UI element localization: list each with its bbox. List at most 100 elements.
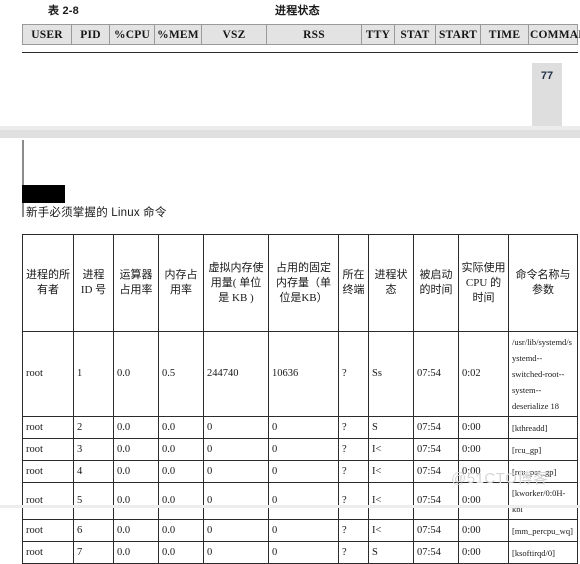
header-time: 实际使用 CPU 的时间	[458, 234, 509, 332]
cell-cpu: 0.0	[113, 541, 159, 564]
cell-vsz: 0	[203, 482, 269, 520]
header-stat: 进程状态	[368, 234, 414, 332]
cell-mem: 0.5	[158, 331, 204, 417]
table-row: root 1 0.0 0.5 244740 10636? Ss 07:54 0:02/usr/l…	[22, 331, 578, 417]
cell-rss: 0	[268, 438, 339, 461]
process-table-body: root 1 0.0 0.5 244740 10636? Ss 07:54 0:02/usr/l…	[22, 331, 578, 564]
page-separator-highlight	[0, 126, 580, 130]
cell-mem: 0.0	[158, 519, 204, 542]
cell-time: 0:00	[458, 438, 509, 461]
cell-pid: 4	[73, 460, 114, 483]
ps-col-command: COMMAND	[528, 24, 580, 45]
cell-vsz: 0	[203, 438, 269, 461]
header-vsz: 虚拟内存使用量( 单位是 KB )	[203, 234, 269, 332]
cell-stat: I<	[368, 460, 414, 483]
process-table-header-row: 进程的所有者 进程 ID 号 运算器占用率 内存占用率 虚拟内存使用量( 单位是…	[22, 234, 578, 332]
header-cpu: 运算器占用率	[113, 234, 159, 332]
page-number-chip: 77	[532, 63, 562, 126]
cell-stat: S	[368, 416, 414, 439]
section-heading: 新手必须掌握的 Linux 命令	[26, 207, 167, 219]
cell-tty: ?	[338, 438, 369, 461]
page-separator-band	[0, 126, 580, 138]
cell-time: 0:00	[458, 519, 509, 542]
cell-mem: 0.0	[158, 482, 204, 520]
cell-vsz: 0	[203, 416, 269, 439]
cell-command: [kthreadd]	[508, 416, 578, 439]
cell-rss: 0	[268, 519, 339, 542]
cell-vsz: 0	[203, 541, 269, 564]
cell-start: 07:54	[413, 482, 459, 520]
table-row: root 2 0.0 0.0 0 0? S 07:54 0:00 [kthreadd]	[22, 416, 578, 439]
cell-command: [ksoftirqd/0]	[508, 541, 578, 564]
table-row: root 6 0.0 0.0 0 0? I< 07:54 0:00 [mm_percpu_wq]	[22, 519, 578, 542]
cell-start: 07:54	[413, 416, 459, 439]
header-tty: 所在终端	[338, 234, 369, 332]
cell-rss: 0	[268, 460, 339, 483]
cell-time: 0:00	[458, 482, 509, 520]
cell-start: 07:54	[413, 460, 459, 483]
cell-pid: 2	[73, 416, 114, 439]
cell-start: 07:54	[413, 331, 459, 417]
cell-start: 07:54	[413, 438, 459, 461]
cell-stat: I<	[368, 438, 414, 461]
page-number-label: 77	[540, 70, 554, 82]
cell-tty: ?	[338, 519, 369, 542]
cell-command: [mm_percpu_wq]	[508, 519, 578, 542]
cell-user: root	[22, 519, 74, 542]
cell-stat: I<	[368, 482, 414, 520]
process-status-table: 进程的所有者 进程 ID 号 运算器占用率 内存占用率 虚拟内存使用量( 单位是…	[22, 234, 578, 564]
header-underline-rule	[22, 52, 578, 53]
ps-col-cpu: %CPU	[109, 24, 155, 45]
cell-pid: 5	[73, 482, 114, 520]
table-row: root 5 0.0 0.0 0 0? I< 07:54 0:00 [kworker/0:0H-k…	[22, 482, 578, 520]
table-row: root 3 0.0 0.0 0 0? I< 07:54 0:00 [rcu_gp]	[22, 438, 578, 461]
cell-time: 0:02	[458, 331, 509, 417]
ps-col-mem: %MEM	[154, 24, 202, 45]
cell-pid: 7	[73, 541, 114, 564]
header-owner: 进程的所有者	[22, 234, 74, 332]
table-title-label: 进程状态	[275, 5, 320, 17]
cell-pid: 6	[73, 519, 114, 542]
left-margin-rule-upper	[22, 140, 24, 186]
cell-rss: 0	[268, 482, 339, 520]
table-number-label: 表 2-8	[48, 5, 79, 17]
cell-mem: 0.0	[158, 416, 204, 439]
header-rss: 占用的固定内存量（单位是KB）	[268, 234, 339, 332]
ps-col-start: START	[435, 24, 481, 45]
cell-cpu: 0.0	[113, 416, 159, 439]
cell-stat: Ss	[368, 331, 414, 417]
cell-user: root	[22, 541, 74, 564]
cell-command: [kworker/0:0H-kbl	[508, 482, 578, 520]
cell-time: 0:00	[458, 460, 509, 483]
cell-command: /usr/lib/systemd/systemd--switched-root-…	[508, 331, 578, 417]
cell-vsz: 244740	[203, 331, 269, 417]
cell-mem: 0.0	[158, 438, 204, 461]
cell-user: root	[22, 416, 74, 439]
cell-vsz: 0	[203, 519, 269, 542]
cell-tty: ?	[338, 416, 369, 439]
ps-col-stat: STAT	[394, 24, 436, 45]
header-command: 命令名称与参数	[508, 234, 578, 332]
ps-column-header-row: USER PID %CPU %MEM VSZ RSS TTY STAT STAR…	[22, 24, 580, 45]
cell-stat: S	[368, 541, 414, 564]
cell-command: [rcu_par_gp]	[508, 460, 578, 483]
cell-start: 07:54	[413, 519, 459, 542]
cell-tty: ?	[338, 460, 369, 483]
cell-cpu: 0.0	[113, 519, 159, 542]
cell-cpu: 0.0	[113, 482, 159, 520]
cell-user: root	[22, 460, 74, 483]
cell-user: root	[22, 438, 74, 461]
cell-vsz: 0	[203, 460, 269, 483]
cell-pid: 1	[73, 331, 114, 417]
ps-column-header-table: USER PID %CPU %MEM VSZ RSS TTY STAT STAR…	[22, 24, 580, 45]
ps-col-pid: PID	[71, 24, 110, 45]
cell-tty: ?	[338, 331, 369, 417]
cell-tty: ?	[338, 541, 369, 564]
cell-start: 07:54	[413, 541, 459, 564]
left-margin-rule-lower	[22, 203, 24, 217]
cell-user: root	[22, 482, 74, 520]
cell-cpu: 0.0	[113, 460, 159, 483]
cell-stat: I<	[368, 519, 414, 542]
cell-mem: 0.0	[158, 541, 204, 564]
table-caption-row: 表 2-8 进程状态	[0, 2, 580, 20]
